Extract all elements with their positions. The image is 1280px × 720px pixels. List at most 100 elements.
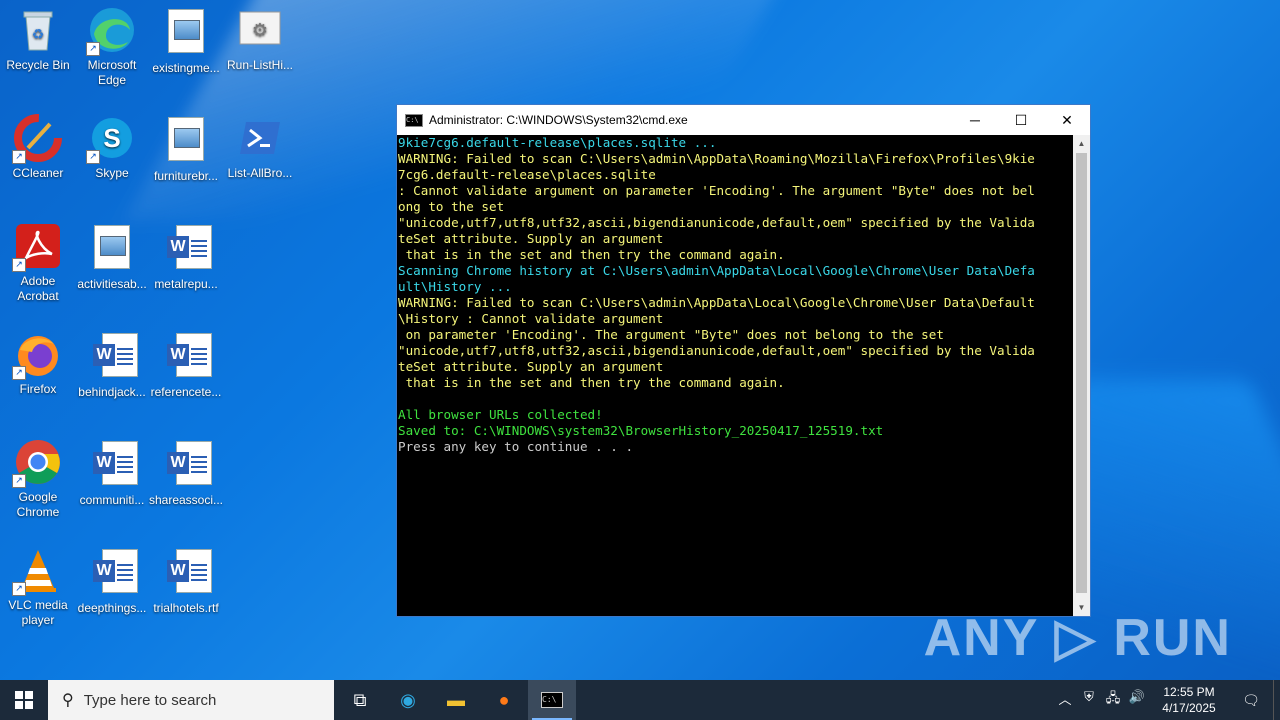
edge-taskbar-button[interactable]: ◉ — [384, 680, 432, 720]
maximize-button[interactable]: ☐ — [998, 105, 1044, 135]
minimize-button[interactable]: ─ — [952, 105, 998, 135]
vertical-scrollbar[interactable]: ▲ ▼ — [1073, 135, 1090, 616]
desktop-icon[interactable]: ↗ CCleaner — [0, 114, 76, 181]
console-line: WARNING: Failed to scan C:\Users\admin\A… — [398, 295, 1035, 310]
windows-logo-icon — [15, 691, 33, 709]
svg-text:S: S — [103, 123, 120, 153]
start-button[interactable] — [0, 680, 48, 720]
network-icon[interactable]: 🖧 — [1101, 689, 1125, 711]
console-line: Scanning Chrome history at C:\Users\admi… — [398, 263, 1035, 278]
clock-date: 4/17/2025 — [1162, 701, 1216, 715]
console-line: Saved to: C:\WINDOWS\system32\BrowserHis… — [398, 423, 884, 438]
scroll-up-icon[interactable]: ▲ — [1073, 135, 1090, 152]
desktop-icon-label: existingme... — [152, 61, 220, 75]
desktop-icon[interactable]: ↗ Adobe Acrobat — [0, 222, 76, 304]
console-line: ong to the set — [398, 199, 505, 214]
taskbar: ⚲ Type here to search ⧉ ◉ ▬ ● C:\ ︿ ⛨ 🖧 🔊 12:55… — [0, 680, 1280, 720]
console-line: teSet attribute. Supply an argument — [398, 231, 664, 246]
svg-text:⚙: ⚙ — [252, 20, 268, 40]
window-title: Administrator: C:\WINDOWS\System32\cmd.e… — [429, 113, 688, 127]
desktop-icon[interactable]: ↗ VLC media player — [0, 546, 76, 628]
desktop-icon-label: shareassoci... — [148, 493, 224, 507]
desktop-icon[interactable]: Wcommuniti... — [74, 438, 150, 508]
shortcut-arrow-icon: ↗ — [86, 150, 100, 164]
notification-icon[interactable]: 🗨 — [1229, 692, 1273, 709]
desktop-icon-label: Microsoft Edge — [87, 58, 137, 87]
chrome-icon: ↗ — [12, 438, 62, 488]
desktop-icon[interactable]: Wdeepthings... — [74, 546, 150, 616]
ccleaner-icon: ↗ — [12, 114, 62, 164]
svg-text:♻: ♻ — [32, 26, 45, 42]
search-placeholder: Type here to search — [83, 691, 217, 709]
scrollbar-thumb[interactable] — [1076, 153, 1087, 593]
vlc-icon: ↗ — [12, 546, 62, 596]
search-icon: ⚲ — [62, 692, 74, 709]
shortcut-arrow-icon: ↗ — [12, 474, 26, 488]
word-doc-icon: W — [162, 225, 212, 273]
desktop-icon-label: Adobe Acrobat — [17, 274, 59, 303]
close-button[interactable]: ✕ — [1044, 105, 1090, 135]
cmd-window[interactable]: C:\ Administrator: C:\WINDOWS\System32\c… — [396, 104, 1091, 617]
desktop-icon[interactable]: ♻ Recycle Bin — [0, 6, 76, 73]
powershell-icon — [236, 114, 284, 162]
security-icon[interactable]: ⛨ — [1077, 689, 1101, 711]
acrobat-icon: ↗ — [12, 222, 62, 272]
task-view-icon: ⧉ — [353, 689, 367, 710]
word-doc-icon: W — [88, 549, 138, 597]
word-doc-icon: W — [88, 333, 138, 381]
desktop-icon[interactable]: S ↗ Skype — [74, 114, 150, 181]
desktop-icon-label: referencete... — [150, 385, 222, 399]
console-line: on parameter 'Encoding'. The argument "B… — [398, 327, 944, 342]
console-line: ult\History ... — [398, 279, 512, 294]
console-line: "unicode,utf7,utf8,utf32,ascii,bigendian… — [398, 343, 1035, 358]
edge-icon: ↗ — [86, 6, 136, 56]
shortcut-arrow-icon: ↗ — [12, 258, 26, 272]
console-line: 7cg6.default-release\places.sqlite — [398, 167, 656, 182]
desktop-icon[interactable]: Wmetalrepu... — [148, 222, 224, 292]
firefox-taskbar-button[interactable]: ● — [480, 680, 528, 720]
desktop-icon[interactable]: ⚙ Run-ListHi... — [222, 6, 298, 73]
taskbar-search-box[interactable]: ⚲ Type here to search — [48, 680, 334, 720]
desktop-icon-label: List-AllBro... — [227, 166, 293, 180]
desktop-icon[interactable]: Wbehindjack... — [74, 330, 150, 400]
image-file-icon — [88, 225, 136, 273]
desktop-icon[interactable]: existingme... — [148, 6, 224, 76]
shortcut-arrow-icon: ↗ — [12, 150, 26, 164]
console-line: teSet attribute. Supply an argument — [398, 359, 664, 374]
desktop-icon[interactable]: Wreferencete... — [148, 330, 224, 400]
desktop-icon[interactable]: Wtrialhotels.rtf — [148, 546, 224, 616]
console-line: All browser URLs collected! — [398, 407, 603, 422]
desktop-icon[interactable]: ↗ Microsoft Edge — [74, 6, 150, 88]
cmd-taskbar-button[interactable]: C:\ — [528, 680, 576, 720]
desktop-icon[interactable]: List-AllBro... — [222, 114, 298, 181]
desktop-icon[interactable]: activitiesab... — [74, 222, 150, 292]
image-file-icon — [162, 9, 210, 57]
task-view-button[interactable]: ⧉ — [336, 680, 384, 720]
desktop-icon-label: metalrepu... — [154, 277, 218, 291]
console-line: : Cannot validate argument on parameter … — [398, 183, 1035, 198]
explorer-taskbar-button[interactable]: ▬ — [432, 680, 480, 720]
desktop-icon-label: VLC media player — [8, 598, 68, 627]
clock[interactable]: 12:55 PM 4/17/2025 — [1149, 684, 1229, 716]
console-output[interactable]: 9kie7cg6.default-release\places.sqlite .… — [397, 135, 1074, 616]
desktop-icon[interactable]: ↗ Google Chrome — [0, 438, 76, 520]
desktop-icon[interactable]: furniturebr... — [148, 114, 224, 184]
desktop-icon[interactable]: Wshareassoci... — [148, 438, 224, 508]
shortcut-arrow-icon: ↗ — [86, 42, 100, 56]
window-titlebar[interactable]: C:\ Administrator: C:\WINDOWS\System32\c… — [397, 105, 1090, 135]
volume-icon[interactable]: 🔊 — [1125, 689, 1149, 711]
desktop-icon-label: trialhotels.rtf — [153, 601, 219, 615]
system-tray: ︿ ⛨ 🖧 🔊 12:55 PM 4/17/2025 🗨 — [1053, 680, 1280, 720]
word-doc-icon: W — [162, 333, 212, 381]
console-line: that is in the set and then try the comm… — [398, 375, 785, 390]
show-desktop-button[interactable] — [1273, 680, 1280, 720]
desktop-icon-label: CCleaner — [12, 166, 64, 180]
desktop-icon-label: Skype — [95, 166, 129, 180]
desktop-icon-label: Run-ListHi... — [226, 58, 294, 72]
desktop-icon[interactable]: ↗ Firefox — [0, 330, 76, 397]
cmd-icon: C:\ — [541, 692, 563, 708]
chevron-up-icon[interactable]: ︿ — [1053, 689, 1077, 711]
console-line: "unicode,utf7,utf8,utf32,ascii,bigendian… — [398, 215, 1035, 230]
desktop-icon-label: deepthings... — [77, 601, 147, 615]
console-line: WARNING: Failed to scan C:\Users\admin\A… — [398, 151, 1035, 166]
